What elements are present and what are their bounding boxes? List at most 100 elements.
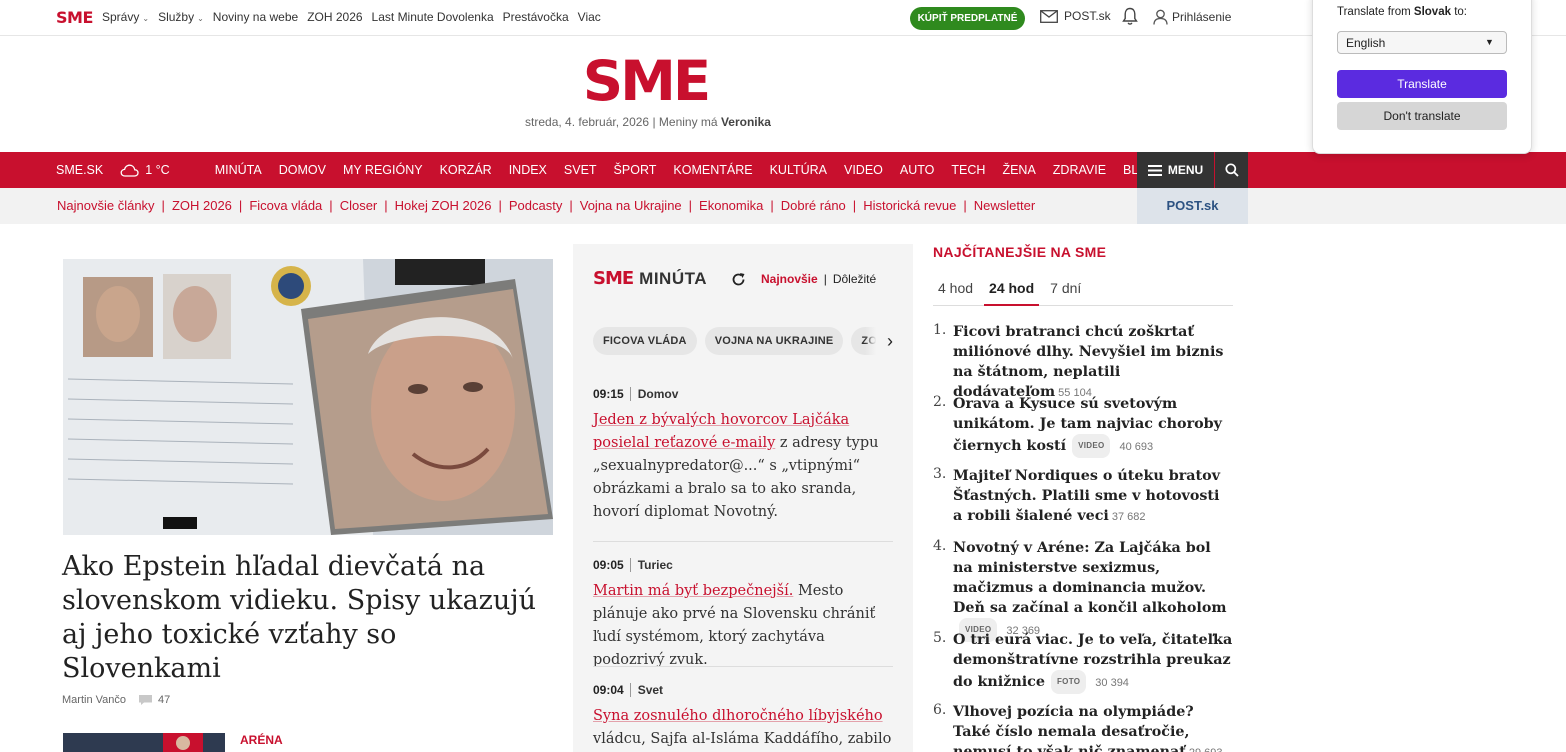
nav-item[interactable]: KOMENTÁRE [673,163,752,177]
filter-separator: | [823,272,827,286]
top-nav-label: Noviny na webe [212,10,299,24]
most-read-title[interactable]: O tri eurá viac. Je to veľa, čitateľka d… [953,632,1232,690]
nav-item[interactable]: ŽENA [1002,163,1035,177]
subnav-item[interactable]: ZOH 2026 [172,198,232,213]
most-read-tab[interactable]: 7 dní [1045,280,1086,306]
most-read-title[interactable]: Vlhovej pozícia na olympiáde? Také číslo… [953,704,1194,752]
top-nav-item[interactable]: Správy ⌄ [102,10,149,24]
translate-button[interactable]: Translate [1337,70,1507,98]
hamburger-icon [1147,164,1162,176]
most-read-rank: 2. [933,394,947,410]
minuta-item-headline[interactable]: Syna zosnulého dlhoročného líbyjského [593,708,883,724]
nav-item[interactable]: AUTO [900,163,935,177]
minuta-item-time: 09:15 [593,387,624,401]
dont-translate-button[interactable]: Don't translate [1337,102,1507,130]
nameday-prefix: Meniny má [658,115,718,129]
chevron-down-icon: ⌄ [197,14,204,23]
translate-label-prefix: Translate from [1337,6,1411,18]
nav-item[interactable]: VIDEO [844,163,883,177]
post-link[interactable]: POST.sk [1040,9,1111,23]
most-read-item[interactable]: 1. Ficovi bratranci chcú zoškrtať milióno… [933,322,1233,403]
subnav-separator: | [770,198,774,213]
hero-author[interactable]: Martin Vančo [62,694,126,706]
nav-item[interactable]: KULTÚRA [770,163,827,177]
post-tab[interactable]: POST.sk [1137,188,1248,224]
minuta-logo[interactable]: SME [593,268,634,289]
minuta-item-headline[interactable]: Martin má byť bezpečnejší. [593,583,793,599]
nav-item[interactable]: SVET [564,163,597,177]
target-language-select[interactable]: English [1337,31,1507,54]
most-read-item[interactable]: 6. Vlhovej pozícia na olympiáde? Také čís… [933,702,1233,752]
subnav-separator: | [852,198,857,213]
nav-item[interactable]: MINÚTA [215,163,262,177]
top-nav-item[interactable]: ZOH 2026 [307,10,362,24]
comments-count[interactable]: 47 [138,694,170,706]
most-read-item[interactable]: 2. Orava a Kysuce sú svetovým unikátom. J… [933,394,1233,458]
cloud-icon [120,164,139,177]
most-read-title[interactable]: Novotný v Aréne: Za Lajčáka bol na minis… [953,540,1227,616]
topic-tag[interactable]: FICOVA VLÁDA [593,327,697,355]
hero-image[interactable] [63,259,553,535]
subnav-item[interactable]: Vojna na Ukrajine [580,198,682,213]
topic-tag[interactable]: VOJNA NA UKRAJINE [704,327,844,355]
subnav-item[interactable]: Najnovšie články [57,198,155,213]
most-read-rank: 6. [933,702,947,718]
sme-logo-small[interactable]: SME [56,8,93,27]
nav-item[interactable]: DOMOV [279,163,326,177]
subnav-separator: | [329,198,333,213]
nav-item[interactable]: INDEX [509,163,547,177]
secondary-photo-illustration [63,733,225,752]
minuta-item-category[interactable]: Domov [629,387,679,401]
most-read-item[interactable]: 5. O tri eurá viac. Je to veľa, čitateľka… [933,630,1233,694]
top-nav-item[interactable]: Last Minute Dovolenka [372,10,494,24]
most-read-panel: NAJČÍTANEJŠIE NA SME 4 hod 24 hod 7 dní 1.… [933,244,1233,752]
bell-icon[interactable] [1122,7,1138,31]
nav-home[interactable]: SME.SK [56,163,103,177]
secondary-article-thumbnail[interactable] [63,733,225,752]
nav-item[interactable]: MY REGIÓNY [343,163,423,177]
top-nav-item[interactable]: Noviny na webe [213,10,298,24]
subnav-item[interactable]: Newsletter [974,198,1035,213]
subnav-item[interactable]: Dobré ráno [781,198,846,213]
subnav-item[interactable]: Historická revue [863,198,956,213]
nav-item[interactable]: ZDRAVIE [1053,163,1106,177]
minuta-title[interactable]: MINÚTA [639,269,707,289]
subnav-separator: | [569,198,573,213]
hero-title[interactable]: Ako Epstein hľadal dievčatá na slovensko… [62,550,552,686]
secondary-article-section[interactable]: ARÉNA [240,733,283,747]
most-read-item[interactable]: 4. Novotný v Aréne: Za Lajčáka bol na min… [933,538,1233,642]
top-nav-item[interactable]: Služby ⌄ [158,10,204,24]
nav-item[interactable]: TECH [951,163,985,177]
nav-item[interactable]: KORZÁR [440,163,492,177]
most-read-tab[interactable]: 4 hod [933,280,978,306]
most-read-item[interactable]: 3. Majiteľ Nordiques o úteku bratov Šťast… [933,466,1233,527]
most-read-title: NAJČÍTANEJŠIE NA SME [933,244,1107,260]
subnav-item[interactable]: Ekonomika [699,198,763,213]
translate-label-suffix: to: [1454,6,1467,18]
subnav-item[interactable]: Closer [340,198,378,213]
minuta-item: 09:04 Svet Syna zosnulého dlhoročného líb… [593,683,893,751]
minuta-item-category[interactable]: Turiec [629,558,673,572]
refresh-icon[interactable] [731,272,746,292]
top-nav-item[interactable]: Prestávočka [503,10,569,24]
most-read-tab[interactable]: 24 hod [984,280,1040,306]
sme-masthead-logo[interactable]: SME [583,54,711,109]
tags-scroll-right[interactable]: › [865,327,893,355]
filter-latest[interactable]: Najnovšie [761,272,818,286]
login-link[interactable]: Prihlásenie [1153,9,1231,25]
subnav-item[interactable]: Ficova vláda [249,198,322,213]
weather-widget[interactable]: 1 °C [120,163,186,177]
most-read-title[interactable]: Majiteľ Nordiques o úteku bratov Šťastný… [953,468,1220,524]
nav-item[interactable]: ŠPORT [614,163,657,177]
chevron-down-icon: ⌄ [142,14,150,23]
subnav-item[interactable]: Hokej ZOH 2026 [395,198,492,213]
subscribe-button[interactable]: KÚPIŤ PREDPLATNÉ [910,7,1025,30]
most-read-rank: 3. [933,466,947,482]
top-nav-item[interactable]: Viac [578,10,601,24]
search-button[interactable] [1215,152,1248,188]
filter-important[interactable]: Dôležité [833,272,876,286]
minuta-item-category[interactable]: Svet [629,683,664,697]
minuta-item: 09:15 Domov Jeden z bývalých hovorcov Laj… [593,387,893,524]
subnav-item[interactable]: Podcasty [509,198,562,213]
menu-button[interactable]: MENU [1137,152,1214,188]
